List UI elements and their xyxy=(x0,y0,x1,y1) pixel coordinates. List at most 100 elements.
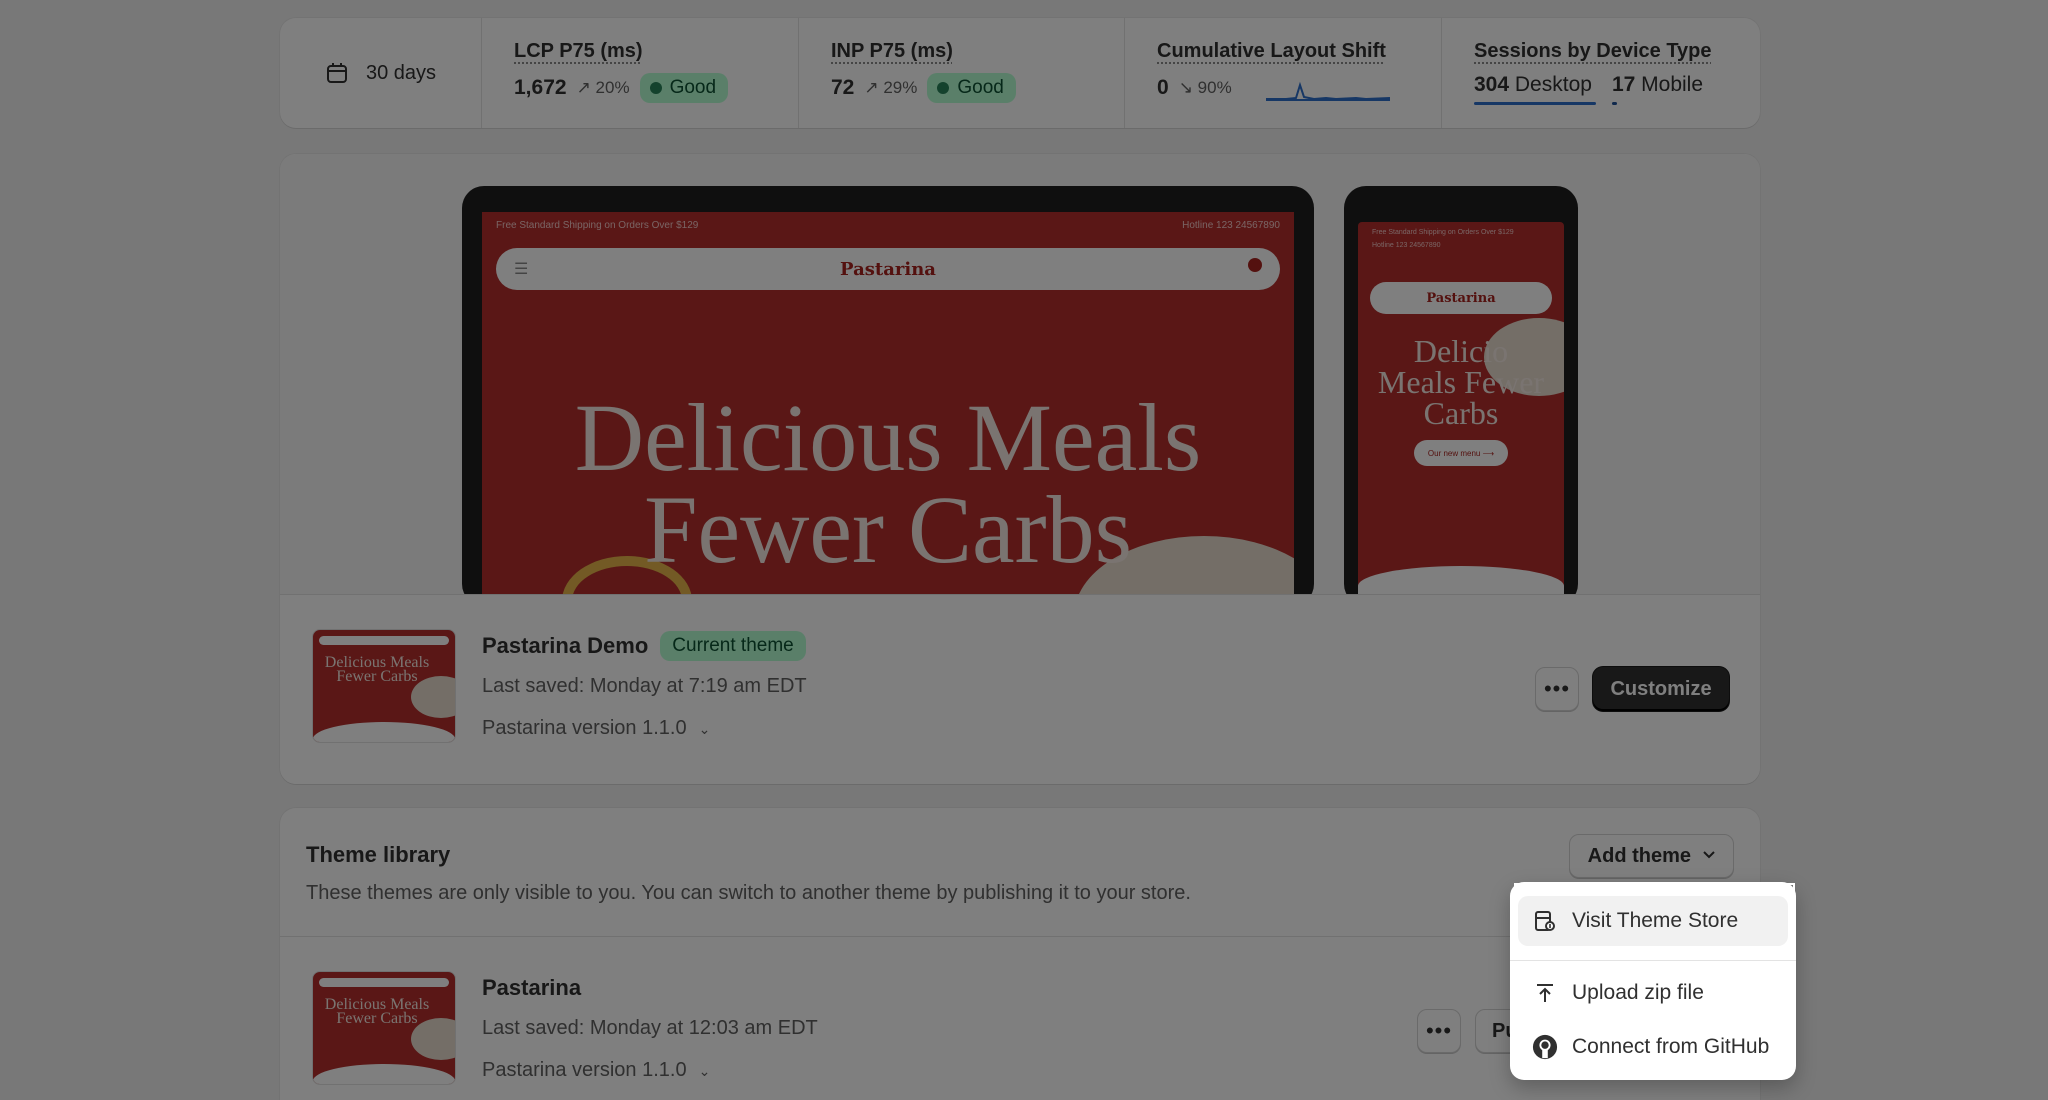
theme-library-description: These themes are only visible to you. Yo… xyxy=(306,882,1191,904)
hamburger-menu-icon: ☰ xyxy=(514,261,529,278)
library-theme-thumbnail: Delicious Meals Fewer Carbs xyxy=(312,971,456,1085)
lcp-delta-value: 20% xyxy=(595,78,630,97)
thumbnail-wave xyxy=(313,1064,455,1084)
phone-cta-button: Our new menu ⟶ xyxy=(1414,440,1508,466)
phone-hero-line1: Delicio xyxy=(1413,333,1509,369)
site-logo: Pastarina xyxy=(840,258,936,280)
library-theme-more-actions-button[interactable]: ••• xyxy=(1417,1009,1461,1053)
library-theme-name: Pastarina xyxy=(482,975,582,1000)
lcp-status-text: Good xyxy=(669,77,717,98)
status-dot-icon xyxy=(649,82,662,94)
current-theme-badge: Current theme xyxy=(660,631,806,661)
theme-preview[interactable]: Free Standard Shipping on Orders Over $1… xyxy=(280,154,1760,594)
inp-value: 72 xyxy=(831,76,855,99)
cls-delta-value: 90% xyxy=(1197,78,1232,97)
arrow-up-right-icon: ↗ xyxy=(576,78,591,97)
menu-divider xyxy=(1510,960,1796,961)
desktop-count: 304 xyxy=(1474,73,1510,96)
cls-title[interactable]: Cumulative Layout Shift xyxy=(1157,40,1386,63)
mobile-preview-screen: Free Standard Shipping on Orders Over $1… xyxy=(1358,222,1564,594)
inp-status-badge: Good xyxy=(927,73,1016,103)
library-theme-last-saved: Last saved: Monday at 12:03 am EDT xyxy=(482,1017,818,1039)
thumbnail-nav xyxy=(319,636,449,645)
mobile-share-bar xyxy=(1611,102,1617,105)
current-theme-title: Pastarina Demo Current theme xyxy=(482,631,806,661)
thumbnail-line2: Fewer Carbs xyxy=(336,1010,418,1027)
inp-status-text: Good xyxy=(957,77,1004,98)
upload-icon xyxy=(1532,980,1558,1006)
phone-hero-headline: Delicio Meals Fewer Carbs xyxy=(1358,333,1564,431)
thumbnail-line2: Fewer Carbs xyxy=(336,668,418,685)
cls-sparkline xyxy=(1265,81,1390,101)
lcp-title[interactable]: LCP P75 (ms) xyxy=(514,40,643,63)
customize-button[interactable]: Customize xyxy=(1593,667,1729,711)
phone-site-logo: Pastarina xyxy=(1426,290,1496,306)
phone-hotline-text: Hotline 123 24567890 xyxy=(1372,242,1441,249)
inp-delta: ↗ 29% xyxy=(864,78,917,98)
web-performance-metrics-bar: 30 days LCP P75 (ms) 1,672 ↗ 20% Good IN… xyxy=(280,18,1760,128)
sessions-metric[interactable]: Sessions by Device Type 304 Desktop 17 M… xyxy=(1442,18,1760,128)
mobile-preview: Free Standard Shipping on Orders Over $1… xyxy=(1344,186,1578,594)
desktop-share-bar xyxy=(1474,102,1596,105)
desktop-label: Desktop xyxy=(1514,73,1592,96)
phone-hero-line3: Carbs xyxy=(1423,395,1499,431)
highlight-frame xyxy=(1514,883,1795,959)
thumbnail-headline: Delicious Meals Fewer Carbs xyxy=(319,997,435,1027)
cls-metric[interactable]: Cumulative Layout Shift 0 ↘ 90% xyxy=(1125,18,1442,128)
current-theme-more-actions-button[interactable]: ••• xyxy=(1535,667,1579,711)
menu-item-upload-zip[interactable]: Upload zip file xyxy=(1518,968,1788,1018)
thumbnail-nav xyxy=(319,978,449,987)
cls-delta: ↘ 90% xyxy=(1179,78,1232,98)
lcp-delta: ↗ 20% xyxy=(577,78,630,98)
menu-item-connect-github[interactable]: Connect from GitHub xyxy=(1518,1022,1788,1072)
chevron-down-icon: ⌄ xyxy=(698,721,711,737)
desktop-preview-screen: Free Standard Shipping on Orders Over $1… xyxy=(482,212,1294,594)
current-theme-row: Delicious Meals Fewer Carbs Pastarina De… xyxy=(280,594,1760,784)
current-theme-last-saved: Last saved: Monday at 7:19 am EDT xyxy=(482,675,807,697)
sessions-title[interactable]: Sessions by Device Type xyxy=(1474,40,1712,63)
chevron-down-icon xyxy=(1701,845,1717,868)
menu-item-label: Upload zip file xyxy=(1572,981,1704,1004)
phone-site-nav: Pastarina xyxy=(1370,282,1552,314)
current-theme-card: Free Standard Shipping on Orders Over $1… xyxy=(280,154,1760,784)
library-theme-version-text: Pastarina version 1.1.0 xyxy=(482,1059,687,1081)
add-theme-label: Add theme xyxy=(1587,844,1691,867)
cls-value: 0 xyxy=(1157,76,1169,99)
phone-shipping-text: Free Standard Shipping on Orders Over $1… xyxy=(1372,229,1514,236)
hero-headline-line2: Fewer Carbs xyxy=(644,476,1132,583)
inp-title[interactable]: INP P75 (ms) xyxy=(831,40,953,63)
themes-page: 30 days LCP P75 (ms) 1,672 ↗ 20% Good IN… xyxy=(0,0,2048,1100)
inp-delta-value: 29% xyxy=(883,78,918,97)
sessions-mobile: 17 Mobile xyxy=(1611,73,1704,105)
hotline-text: Hotline 123 24567890 xyxy=(1182,220,1280,231)
hero-headline: Delicious Meals Fewer Carbs xyxy=(482,384,1294,583)
status-dot-icon xyxy=(937,82,950,94)
site-nav: ☰ Pastarina xyxy=(496,248,1280,290)
shipping-bar: Free Standard Shipping on Orders Over $1… xyxy=(496,220,1280,231)
desktop-preview: Free Standard Shipping on Orders Over $1… xyxy=(462,186,1314,594)
phone-hero-line2: Meals Fewer xyxy=(1377,364,1545,400)
library-theme-version[interactable]: Pastarina version 1.1.0 ⌄ xyxy=(482,1059,710,1082)
inp-metric[interactable]: INP P75 (ms) 72 ↗ 29% Good xyxy=(799,18,1125,128)
menu-item-label: Connect from GitHub xyxy=(1572,1035,1770,1058)
lcp-value: 1,672 xyxy=(514,76,567,99)
chevron-down-icon: ⌄ xyxy=(698,1063,711,1079)
shipping-text: Free Standard Shipping on Orders Over $1… xyxy=(496,220,699,231)
phone-shipping-bar: Free Standard Shipping on Orders Over $1… xyxy=(1372,228,1554,250)
mobile-label: Mobile xyxy=(1641,73,1704,96)
thumbnail-headline: Delicious Meals Fewer Carbs xyxy=(319,655,435,685)
hero-headline-line1: Delicious Meals xyxy=(574,384,1202,491)
github-icon xyxy=(1532,1034,1558,1060)
current-theme-version-text: Pastarina version 1.1.0 xyxy=(482,717,687,739)
current-theme-name: Pastarina Demo xyxy=(482,633,649,658)
lcp-status-badge: Good xyxy=(639,73,729,103)
theme-library-title: Theme library xyxy=(306,842,451,867)
add-theme-button[interactable]: Add theme xyxy=(1568,834,1734,878)
cart-icon xyxy=(1248,258,1262,272)
arrow-down-right-icon: ↘ xyxy=(1178,78,1193,97)
date-range-picker[interactable]: 30 days xyxy=(280,18,482,128)
lcp-metric[interactable]: LCP P75 (ms) 1,672 ↗ 20% Good xyxy=(482,18,799,128)
current-theme-version[interactable]: Pastarina version 1.1.0 ⌄ xyxy=(482,717,710,740)
sessions-desktop: 304 Desktop xyxy=(1474,73,1596,105)
current-theme-thumbnail: Delicious Meals Fewer Carbs xyxy=(312,629,456,743)
